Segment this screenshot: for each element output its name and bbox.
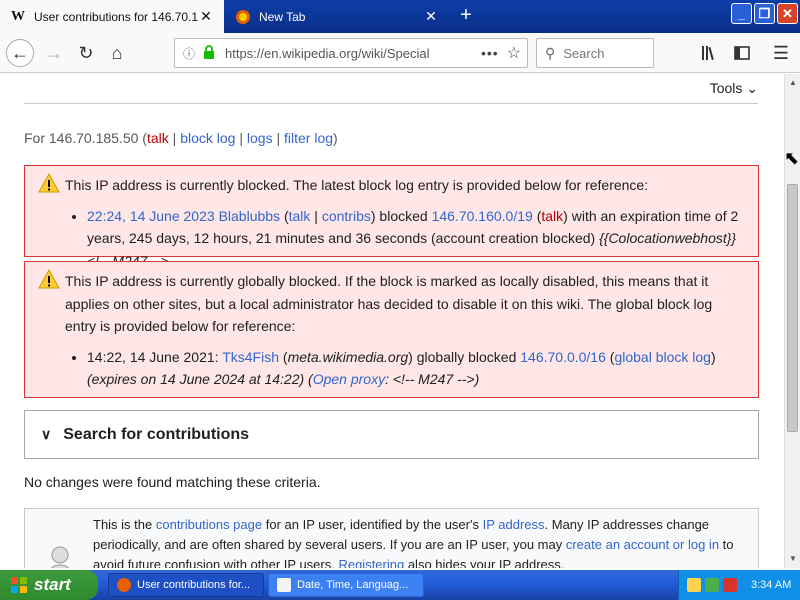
taskbar-item-date-time[interactable]: Date, Time, Languag... bbox=[268, 573, 424, 597]
admin-contribs-link[interactable]: contribs bbox=[322, 208, 371, 224]
user-icon bbox=[50, 546, 70, 568]
taskbar-item-firefox[interactable]: User contributions for... bbox=[108, 573, 264, 597]
admin-talk-link[interactable]: talk bbox=[289, 208, 311, 224]
firefox-icon bbox=[117, 578, 131, 592]
no-changes-message: No changes were found matching these cri… bbox=[24, 474, 321, 490]
chevron-down-icon: ∨ bbox=[41, 426, 52, 442]
wikipedia-icon: W bbox=[11, 8, 25, 24]
global-block-notice: This IP address is currently globally bl… bbox=[24, 261, 759, 398]
global-range-link[interactable]: 146.70.0.0/16 bbox=[520, 349, 606, 365]
minimize-button[interactable]: _ bbox=[731, 3, 752, 24]
page-actions-icon[interactable]: ••• bbox=[481, 45, 499, 61]
maximize-button[interactable]: ❐ bbox=[754, 3, 775, 24]
search-contributions-label: Search for contributions bbox=[63, 425, 250, 443]
tools-row: Tools ⌄ bbox=[24, 74, 758, 104]
chevron-down-icon: ⌄ bbox=[746, 80, 758, 96]
windows-flag-icon bbox=[11, 577, 27, 593]
global-expiry: (expires on 14 June 2024 at 14:22) bbox=[87, 371, 305, 387]
navigation-toolbar: ← → ↻ ⌂ ⓘ ••• ☆ ⚲ ☰ bbox=[0, 33, 800, 73]
global-admin-link[interactable]: Tks4Fish bbox=[222, 349, 279, 365]
create-account-link[interactable]: create an account or log in bbox=[566, 537, 719, 552]
ip-user-links: For 146.70.185.50 (talk | block log | lo… bbox=[24, 130, 338, 146]
network-icon[interactable] bbox=[687, 578, 701, 592]
tab-user-contributions[interactable]: W User contributions for 146.70.18… ✕ bbox=[0, 0, 224, 33]
home-button[interactable]: ⌂ bbox=[103, 39, 131, 67]
contributions-page-link[interactable]: contributions page bbox=[156, 517, 262, 532]
blocked-range-link[interactable]: 146.70.160.0/19 bbox=[432, 208, 533, 224]
registering-link[interactable]: Registering bbox=[338, 557, 404, 568]
search-input[interactable] bbox=[563, 45, 644, 61]
close-tab-icon[interactable]: ✕ bbox=[198, 8, 214, 25]
close-tab-icon[interactable]: ✕ bbox=[423, 8, 439, 25]
new-tab-button[interactable]: + bbox=[455, 4, 477, 28]
search-icon: ⚲ bbox=[545, 44, 556, 61]
global-block-log-link[interactable]: global block log bbox=[614, 349, 711, 365]
local-block-heading: This IP address is currently blocked. Th… bbox=[65, 177, 649, 193]
control-panel-icon bbox=[277, 578, 291, 592]
back-button[interactable]: ← bbox=[6, 39, 34, 67]
security-center-icon[interactable] bbox=[705, 578, 719, 592]
talk-link[interactable]: talk bbox=[147, 130, 169, 146]
global-block-heading: This IP address is currently globally bl… bbox=[65, 273, 713, 334]
scroll-up-arrow-icon[interactable]: ▲ bbox=[786, 76, 800, 90]
warning-icon bbox=[38, 173, 60, 193]
warning-icon bbox=[38, 269, 60, 289]
range-talk-link[interactable]: talk bbox=[541, 208, 563, 224]
clock: 3:34 AM bbox=[751, 579, 792, 591]
block-timestamp-link[interactable]: 22:24, 14 June 2023 bbox=[87, 208, 215, 224]
tab-new-tab[interactable]: New Tab ✕ bbox=[225, 0, 449, 33]
ip-info-box: This is the contributions page for an IP… bbox=[24, 508, 759, 568]
filter-log-link[interactable]: filter log bbox=[284, 130, 333, 146]
page-content: Tools ⌄ For 146.70.185.50 (talk | block … bbox=[0, 74, 784, 568]
scrollbar-thumb[interactable] bbox=[787, 184, 798, 432]
windows-taskbar: start User contributions for... Date, Ti… bbox=[0, 570, 800, 600]
admin-link[interactable]: Blablubbs bbox=[219, 208, 281, 224]
global-block-list: 14:22, 14 June 2021: Tks4Fish (meta.wiki… bbox=[87, 346, 746, 391]
url-bar[interactable]: ⓘ ••• ☆ bbox=[174, 38, 528, 68]
mouse-cursor-icon: ⬉ bbox=[784, 148, 800, 168]
hamburger-menu-icon[interactable]: ☰ bbox=[767, 39, 795, 67]
ip-address-link[interactable]: IP address bbox=[483, 517, 545, 532]
info-icon[interactable]: ⓘ bbox=[181, 45, 197, 62]
bookmark-star-icon[interactable]: ☆ bbox=[507, 43, 521, 63]
scroll-down-arrow-icon[interactable]: ▼ bbox=[786, 552, 800, 566]
lock-icon[interactable] bbox=[203, 44, 217, 62]
tab-bar: W User contributions for 146.70.18… ✕ Ne… bbox=[0, 0, 800, 33]
open-proxy-link[interactable]: Open proxy bbox=[313, 371, 385, 387]
tools-dropdown[interactable]: Tools ⌄ bbox=[710, 80, 758, 97]
close-window-button[interactable]: ✕ bbox=[777, 3, 798, 24]
logs-link[interactable]: logs bbox=[247, 130, 273, 146]
tab-title: User contributions for 146.70.18… bbox=[34, 9, 198, 24]
forward-button[interactable]: → bbox=[40, 39, 68, 67]
url-input[interactable] bbox=[225, 45, 475, 61]
reload-button[interactable]: ↻ bbox=[72, 39, 100, 67]
global-block-entry: 14:22, 14 June 2021: Tks4Fish (meta.wiki… bbox=[87, 346, 746, 391]
shield-icon[interactable] bbox=[723, 578, 737, 592]
wiki-name: meta.wikimedia.org bbox=[287, 348, 409, 365]
tab-title: New Tab bbox=[259, 9, 306, 24]
search-contributions-toggle[interactable]: ∨ Search for contributions bbox=[24, 410, 759, 459]
start-button[interactable]: start bbox=[0, 570, 98, 600]
local-block-notice: This IP address is currently blocked. Th… bbox=[24, 165, 759, 269]
firefox-icon bbox=[235, 9, 251, 25]
library-icon[interactable] bbox=[696, 39, 724, 67]
search-bar[interactable]: ⚲ bbox=[536, 38, 654, 68]
block-log-link[interactable]: block log bbox=[180, 130, 235, 146]
sidebar-icon[interactable] bbox=[728, 39, 756, 67]
system-tray: 3:34 AM bbox=[678, 570, 800, 600]
